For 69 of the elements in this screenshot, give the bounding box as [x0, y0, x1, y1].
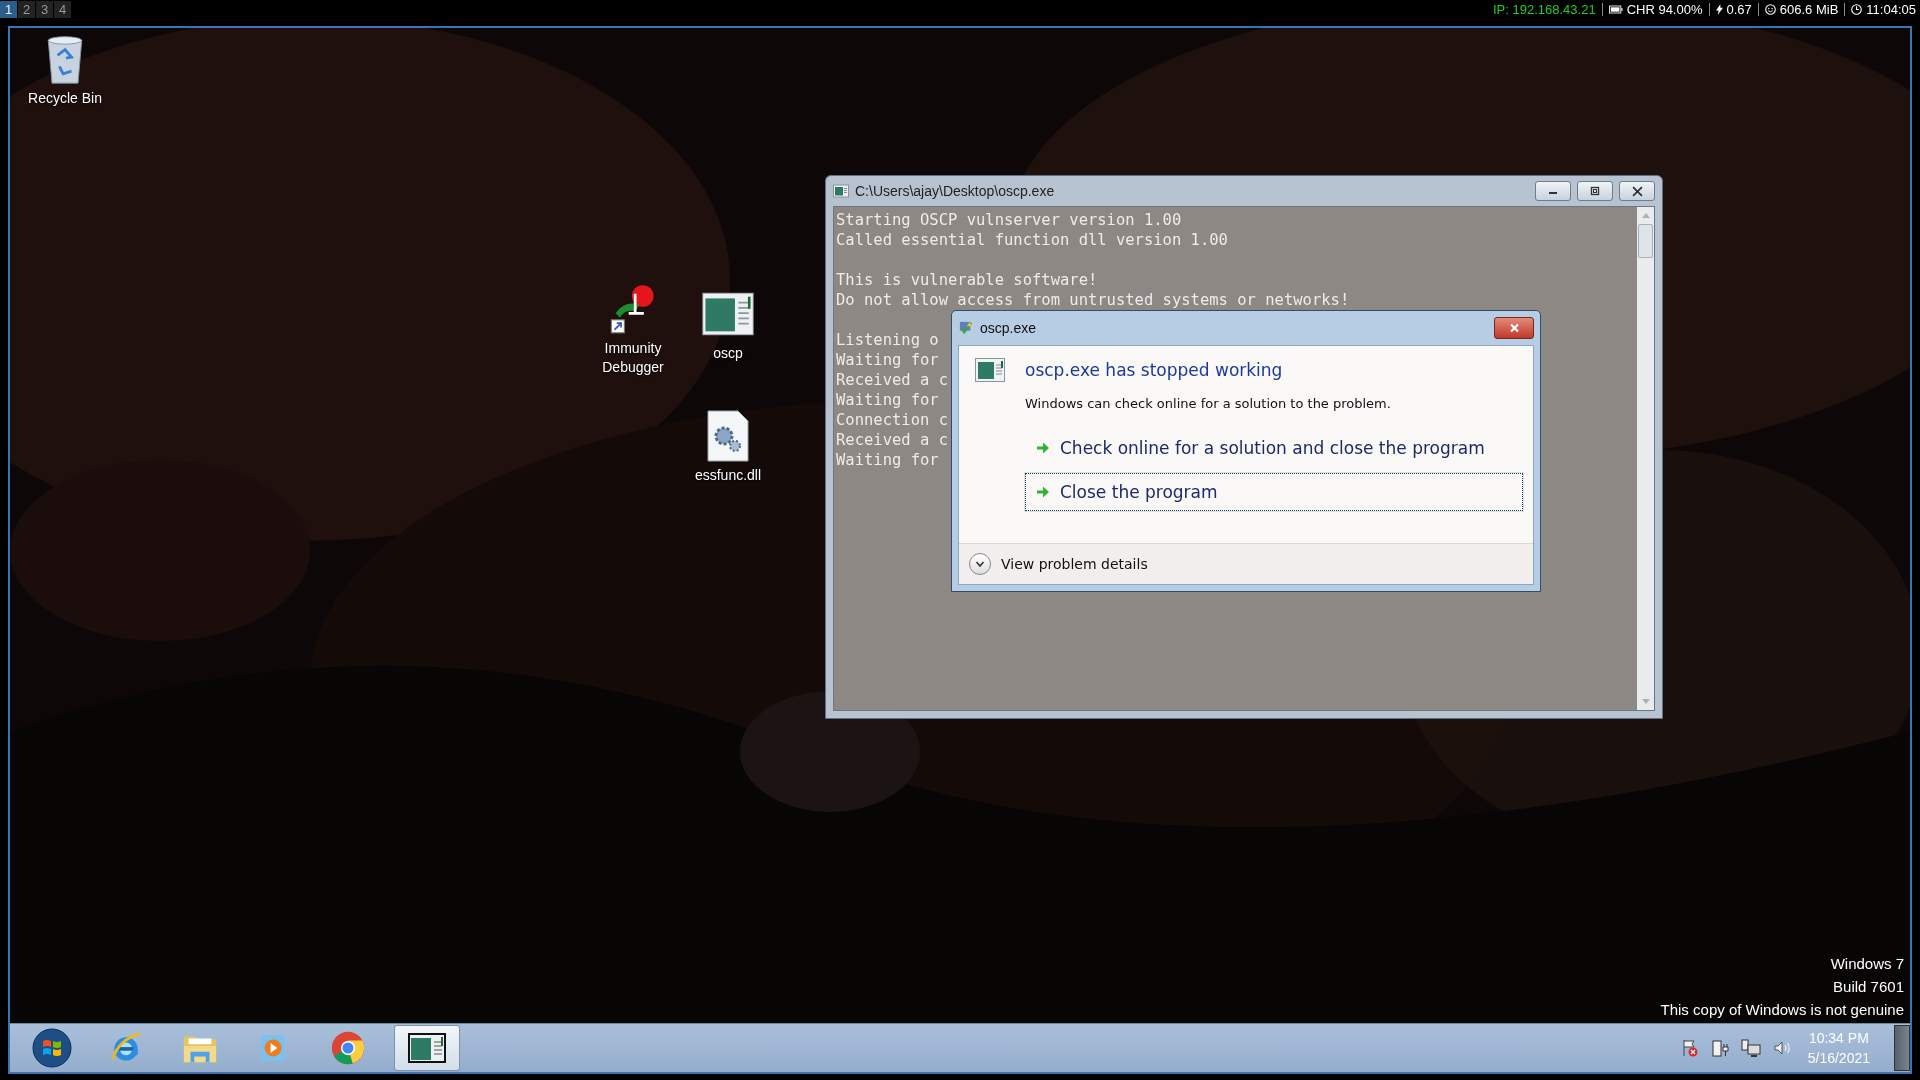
chevron-down-icon [975, 559, 985, 569]
dialog-message: Windows can check online for a solution to the problem. [1025, 396, 1392, 411]
icon-label: oscp [712, 344, 744, 363]
ip-address: IP: 192.168.43.21 [1492, 2, 1596, 17]
clock-icon [1851, 4, 1863, 15]
details-link[interactable]: View problem details [1001, 556, 1148, 572]
console-line: This is vulnerable software! [836, 271, 1098, 289]
icon-label: Recycle Bin [27, 89, 103, 108]
console-window-icon [833, 184, 849, 198]
start-orb-icon [32, 1028, 72, 1068]
close-button[interactable] [1619, 181, 1655, 201]
workspace-tab[interactable]: 4 [54, 1, 71, 18]
tray-date: 5/16/2021 [1807, 1049, 1870, 1068]
show-desktop-button[interactable] [1894, 1025, 1910, 1071]
scroll-down-icon [1641, 699, 1650, 704]
arrow-icon [1036, 441, 1050, 455]
taskbar-button[interactable] [394, 1025, 460, 1071]
console-window-icon [407, 1032, 447, 1064]
workspace-tab[interactable]: 2 [18, 1, 35, 18]
console-line: Do not allow access from untrusted systems or networks! [836, 291, 1350, 309]
maximize-button[interactable] [1577, 181, 1613, 201]
lightning-icon [1715, 4, 1723, 15]
workspace-tab[interactable]: 3 [36, 1, 53, 18]
program-window-icon [975, 358, 1005, 382]
battery-plug-icon [1709, 1038, 1730, 1058]
desktop-icon[interactable]: Recycle Bin [20, 33, 110, 108]
app-error-icon [958, 321, 974, 335]
notice-text: Windows 7 [1830, 954, 1904, 974]
dialog-heading: oscp.exe has stopped working [1025, 360, 1283, 380]
console-line: Called essential function dll version 1.00 [836, 231, 1228, 249]
notice-text: Build 7601 [1833, 977, 1904, 997]
icon-label: Immunity Debugger [601, 339, 665, 377]
close-icon [1631, 185, 1643, 197]
window-title: C:\Users\ajay\Desktop\oscp.exe [855, 183, 1056, 199]
command-link[interactable]: Close the program [1025, 473, 1523, 511]
scrollbar[interactable] [1637, 207, 1654, 710]
close-button[interactable] [1494, 317, 1534, 339]
desktop-icon[interactable]: Immunity Debugger [588, 283, 678, 377]
smiley-icon [1764, 4, 1776, 15]
tray-time: 10:34 PM [1808, 1029, 1869, 1048]
console-line: Waiting for [836, 451, 939, 469]
command-link[interactable]: Check online for a solution and close the program [1025, 429, 1523, 467]
console-line: Starting OSCP vulnserver version 1.00 [836, 211, 1182, 229]
icon-label: essfunc.dll [693, 466, 763, 485]
scroll-thumb[interactable] [1638, 224, 1653, 258]
close-icon [1508, 323, 1520, 333]
battery-icon [1608, 5, 1623, 14]
arrow-icon [1036, 485, 1050, 499]
console-line: Waiting for [836, 351, 939, 369]
console-line: Connection c [836, 411, 948, 429]
battery-status: CHR 94.00% [1626, 2, 1703, 17]
desktop-icon[interactable]: essfunc.dll [683, 410, 773, 485]
scroll-up-icon [1641, 213, 1650, 218]
workspace-tab[interactable]: 1 [0, 1, 17, 18]
clock-time: 11:04:05 [1866, 2, 1916, 17]
notice-text: This copy of Windows is not genuine [1660, 1000, 1904, 1020]
chrome-icon [329, 1029, 367, 1067]
memory-usage: 606.6 MiB [1779, 2, 1839, 17]
console-line: Listening o [836, 331, 939, 349]
dialog-title: oscp.exe [980, 320, 1038, 336]
restore-icon [1590, 186, 1600, 196]
network-icon [1739, 1038, 1762, 1058]
load-average: 0.67 [1726, 2, 1752, 17]
desktop-icon[interactable]: oscp [683, 288, 773, 363]
console-line: Received a c [836, 371, 948, 389]
console-line: Received a c [836, 431, 948, 449]
minimize-button[interactable] [1535, 181, 1571, 201]
expand-button[interactable] [969, 553, 991, 575]
console-line: Waiting for [836, 391, 939, 409]
